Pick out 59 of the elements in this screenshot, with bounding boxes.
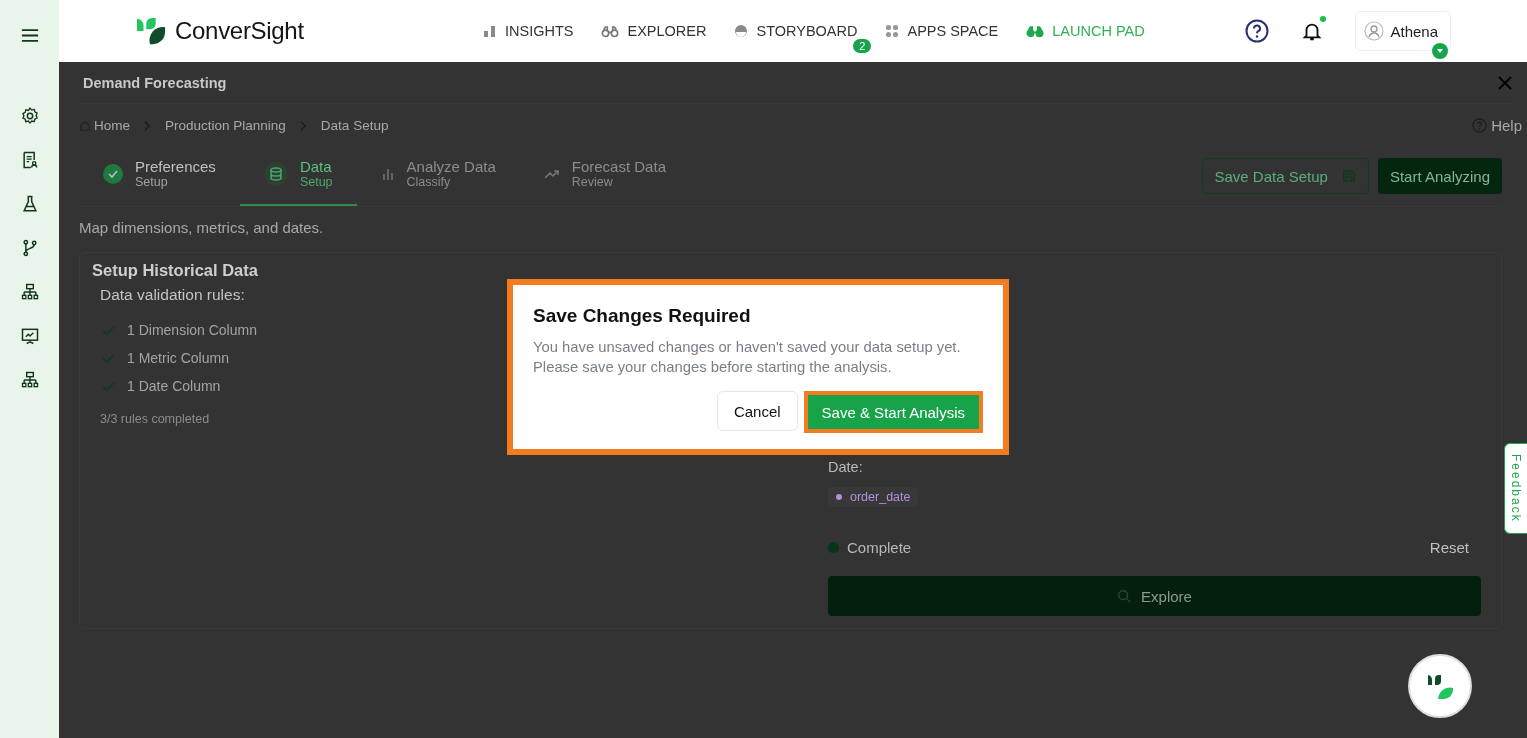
database-icon (263, 161, 288, 186)
user-menu-button[interactable]: Athena (1355, 11, 1451, 51)
presentation-icon[interactable] (19, 326, 40, 346)
help-icon (1472, 118, 1488, 133)
trend-icon (543, 167, 560, 180)
card-title: Setup Historical Data (92, 261, 258, 280)
check-circle-icon (103, 163, 123, 184)
grid-dots-icon (885, 24, 900, 38)
bar-chart-icon (380, 166, 395, 181)
feedback-tab[interactable]: Feedback (1504, 443, 1527, 534)
nav-link[interactable]: EXPLORER (601, 23, 707, 39)
reset-link[interactable]: Reset (1429, 539, 1469, 556)
brand-name: ConverSight (175, 17, 304, 45)
save-and-start-button[interactable]: Save & Start Analysis (803, 391, 983, 433)
pie-chart-icon (734, 24, 749, 38)
subtitle: Map dimensions, metrics, and dates. (79, 219, 325, 236)
user-icon (1364, 21, 1385, 41)
page-title: Demand Forecasting (83, 74, 227, 91)
dialog-message: You have unsaved changes or haven't saved your data setup yet. Please save your changes before starting the analysis. (533, 338, 962, 377)
chevron-right-icon (144, 120, 151, 131)
start-analyzing-button[interactable]: Start Analyzing (1377, 158, 1502, 194)
help-link[interactable]: Help (1472, 117, 1522, 134)
date-label: Date: (828, 459, 863, 475)
logo-icon (135, 16, 167, 46)
nav-link[interactable]: APPS SPACE (885, 23, 999, 39)
status-dot-icon (828, 542, 839, 553)
step-tab[interactable]: Preferences Setup (79, 146, 240, 206)
save-icon (1341, 169, 1356, 183)
menu-icon[interactable] (20, 28, 39, 43)
step-tab[interactable]: Data Setup (239, 146, 357, 206)
breadcrumb-link[interactable]: Home (79, 118, 130, 133)
breadcrumb-link[interactable]: Production Planning (165, 118, 286, 133)
rules-count: 3/3 rules completed (100, 412, 210, 426)
binoculars-icon (1026, 24, 1045, 38)
binoculars-icon (601, 24, 620, 38)
rules-heading: Data validation rules: (100, 286, 245, 304)
help-icon[interactable] (1245, 19, 1270, 43)
nav-link[interactable]: INSIGHTS (483, 23, 574, 39)
breadcrumb-link[interactable]: Data Setup (320, 118, 389, 133)
save-data-setup-button[interactable]: Save Data Setup (1201, 158, 1369, 194)
dropdown-caret-icon (1432, 43, 1448, 59)
bar-chart-icon (483, 24, 497, 38)
rule-label: 1 Date Column (127, 378, 221, 394)
cancel-button[interactable]: Cancel (716, 391, 798, 431)
search-icon (1117, 589, 1132, 603)
dialog-title: Save Changes Required (533, 305, 752, 327)
count-badge: 2 (853, 39, 872, 53)
step-tab[interactable]: Analyze Data Classify (356, 146, 520, 206)
settings-icon[interactable] (19, 106, 40, 126)
rule-label: 1 Metric Column (127, 350, 229, 366)
date-column-tag: order_date (828, 487, 919, 507)
status-text: Complete (847, 539, 912, 556)
chevron-right-icon (299, 120, 307, 131)
explore-button[interactable]: Explore (828, 576, 1481, 616)
step-tab[interactable]: Forecast Data Review (519, 146, 690, 206)
nav-link[interactable]: STORYBOARD (734, 23, 858, 39)
hierarchy-icon[interactable] (19, 282, 40, 302)
hierarchy-icon[interactable] (19, 370, 40, 390)
rule-label: 1 Dimension Column (127, 322, 257, 338)
